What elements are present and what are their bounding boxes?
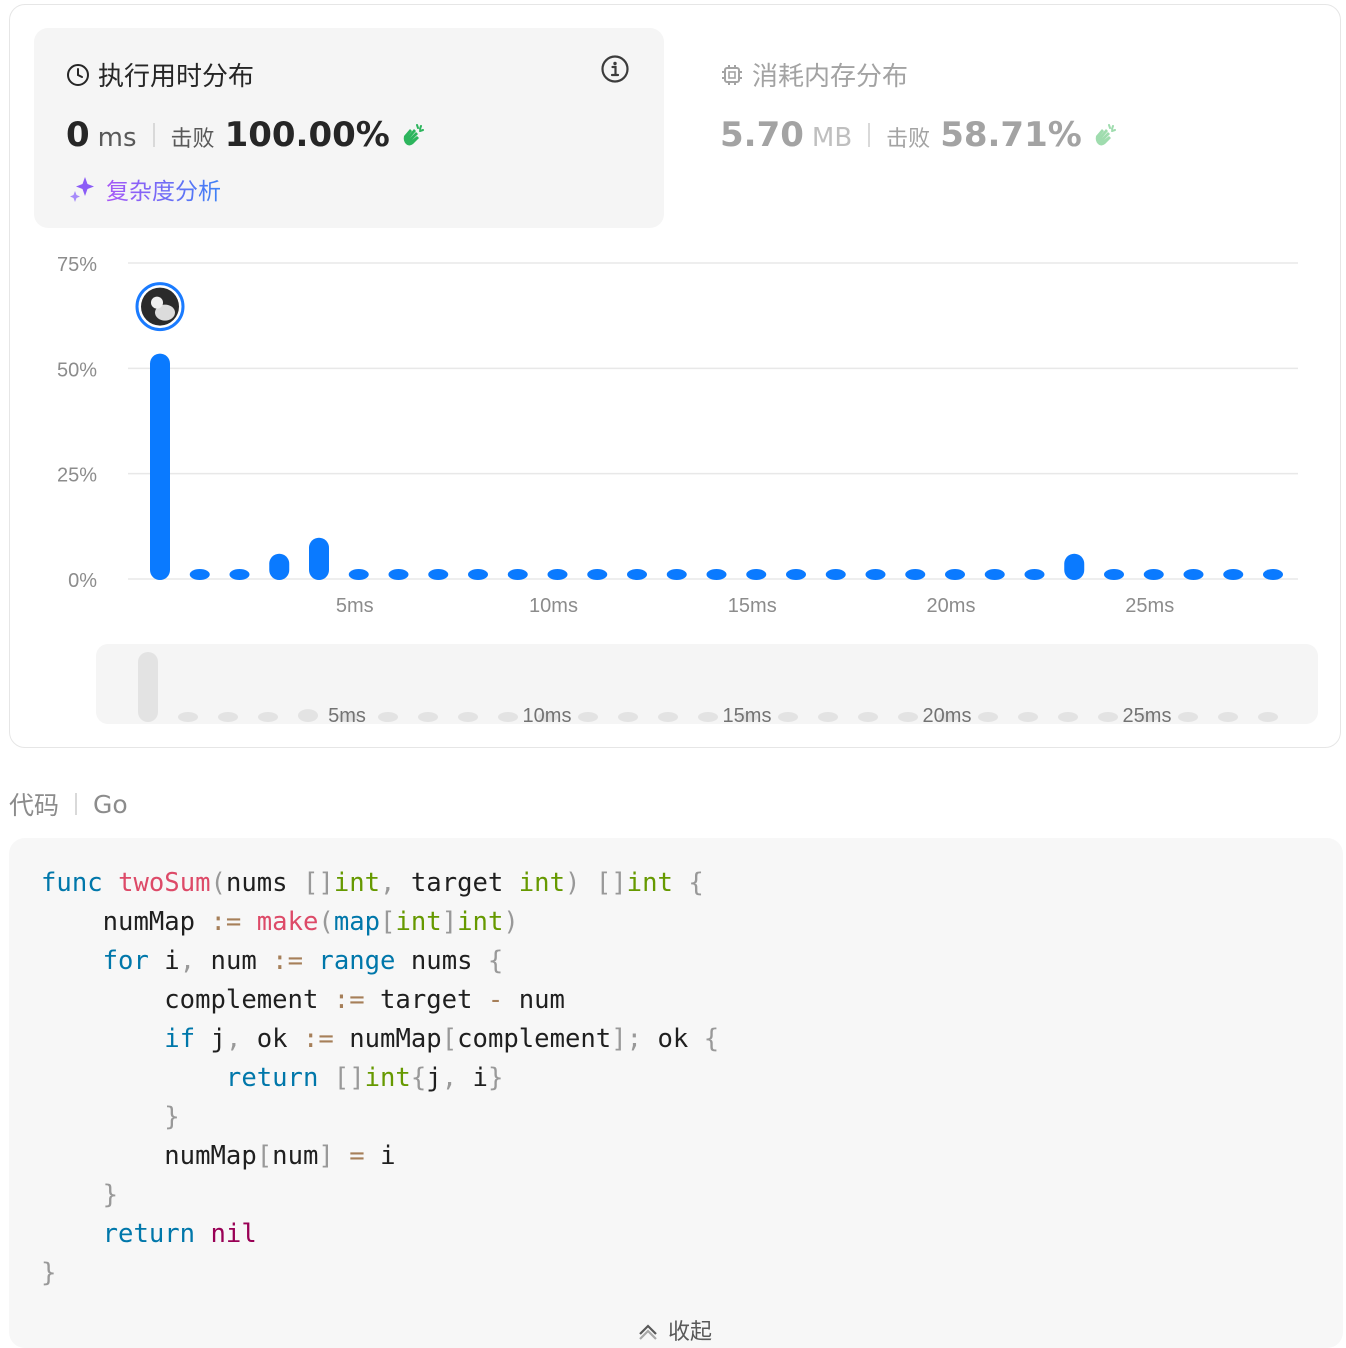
histogram-bar [1183, 569, 1204, 580]
histogram-bar [189, 569, 210, 580]
brush-bar [378, 712, 398, 722]
x-tick-label: 10ms [529, 595, 578, 617]
collapse-button[interactable]: 收起 [636, 1314, 712, 1346]
histogram-bar [1064, 553, 1085, 580]
brush-tick-label: 5ms [328, 705, 366, 727]
code-header: 代码 Go [9, 786, 128, 822]
x-tick-label: 5ms [336, 595, 374, 617]
code-label: 代码 [9, 791, 60, 820]
histogram-bar [269, 553, 290, 580]
brush-bar [458, 712, 478, 722]
histogram-bar [865, 569, 886, 580]
avatar-image-detail [151, 296, 163, 309]
x-tick-label: 25ms [1125, 595, 1174, 617]
histogram-bar [309, 537, 329, 580]
histogram-bar [1104, 569, 1124, 580]
histogram-bar [945, 569, 965, 580]
brush-bar [498, 712, 518, 722]
runtime-distribution-chart: 75% 50% 25% 0% 5ms 10ms 15ms 20ms 25ms 5ms 10ms 15m… [57, 254, 1318, 727]
x-tick-label: 15ms [728, 595, 777, 617]
histogram-bar [905, 569, 926, 580]
x-tick-label: 20ms [927, 595, 976, 617]
histogram-bar [825, 569, 846, 580]
histogram-bar [507, 569, 528, 580]
brush-tick-label: 10ms [523, 705, 572, 727]
code-language: Go [93, 789, 128, 819]
histogram-bar [786, 569, 806, 580]
brush-bar [858, 712, 878, 722]
histogram-bar [666, 569, 687, 580]
brush-tick-label: 25ms [1123, 705, 1172, 727]
brush-bar [258, 712, 278, 722]
brush-bar [698, 712, 718, 722]
brush-bar [578, 712, 598, 722]
brush-bar [178, 712, 198, 722]
brush-bar [778, 712, 798, 722]
histogram-bar [1024, 569, 1045, 580]
histogram-bar [587, 569, 608, 580]
brush-bar [1218, 712, 1238, 722]
code-text: func twoSum(nums []int, target int) []in… [41, 868, 720, 1288]
y-tick-label: 75% [57, 254, 97, 276]
brush-bar [418, 712, 438, 722]
brush-bar [658, 712, 678, 722]
histogram-bar [706, 569, 727, 580]
histogram-bar [150, 353, 170, 580]
histogram-bar [388, 569, 409, 580]
brush-tick-label: 20ms [923, 705, 972, 727]
brush-bar [978, 712, 998, 722]
histogram-bar [1143, 569, 1164, 580]
histogram-bar [627, 569, 647, 580]
histogram-bar [547, 569, 568, 580]
brush-bar [1058, 712, 1078, 722]
brush-bar [898, 712, 918, 722]
brush-bar [818, 712, 838, 722]
histogram-bar [348, 569, 369, 580]
brush-bar [298, 709, 318, 722]
brush-bar [138, 652, 158, 722]
brush-bar [1018, 712, 1038, 722]
divider [75, 793, 78, 815]
histogram-bar [746, 569, 767, 580]
code-block[interactable]: func twoSum(nums []int, target int) []in… [9, 838, 1343, 1348]
y-tick-label: 25% [57, 465, 97, 487]
chevron-up-icon [639, 1324, 657, 1340]
histogram-bar [468, 569, 488, 580]
y-tick-label: 50% [57, 359, 97, 381]
histogram-bar [1223, 569, 1244, 580]
histogram-bar [984, 569, 1005, 580]
brush-bar [1178, 712, 1198, 722]
histogram-bar [428, 569, 449, 580]
brush-bar [1098, 712, 1118, 722]
brush-bar [218, 712, 238, 722]
histogram-bar [229, 569, 250, 580]
y-tick-label: 0% [68, 570, 97, 592]
brush-bar [1258, 712, 1278, 722]
brush-bar [618, 712, 638, 722]
histogram-bar [1263, 569, 1283, 580]
brush-tick-label: 15ms [723, 705, 772, 727]
